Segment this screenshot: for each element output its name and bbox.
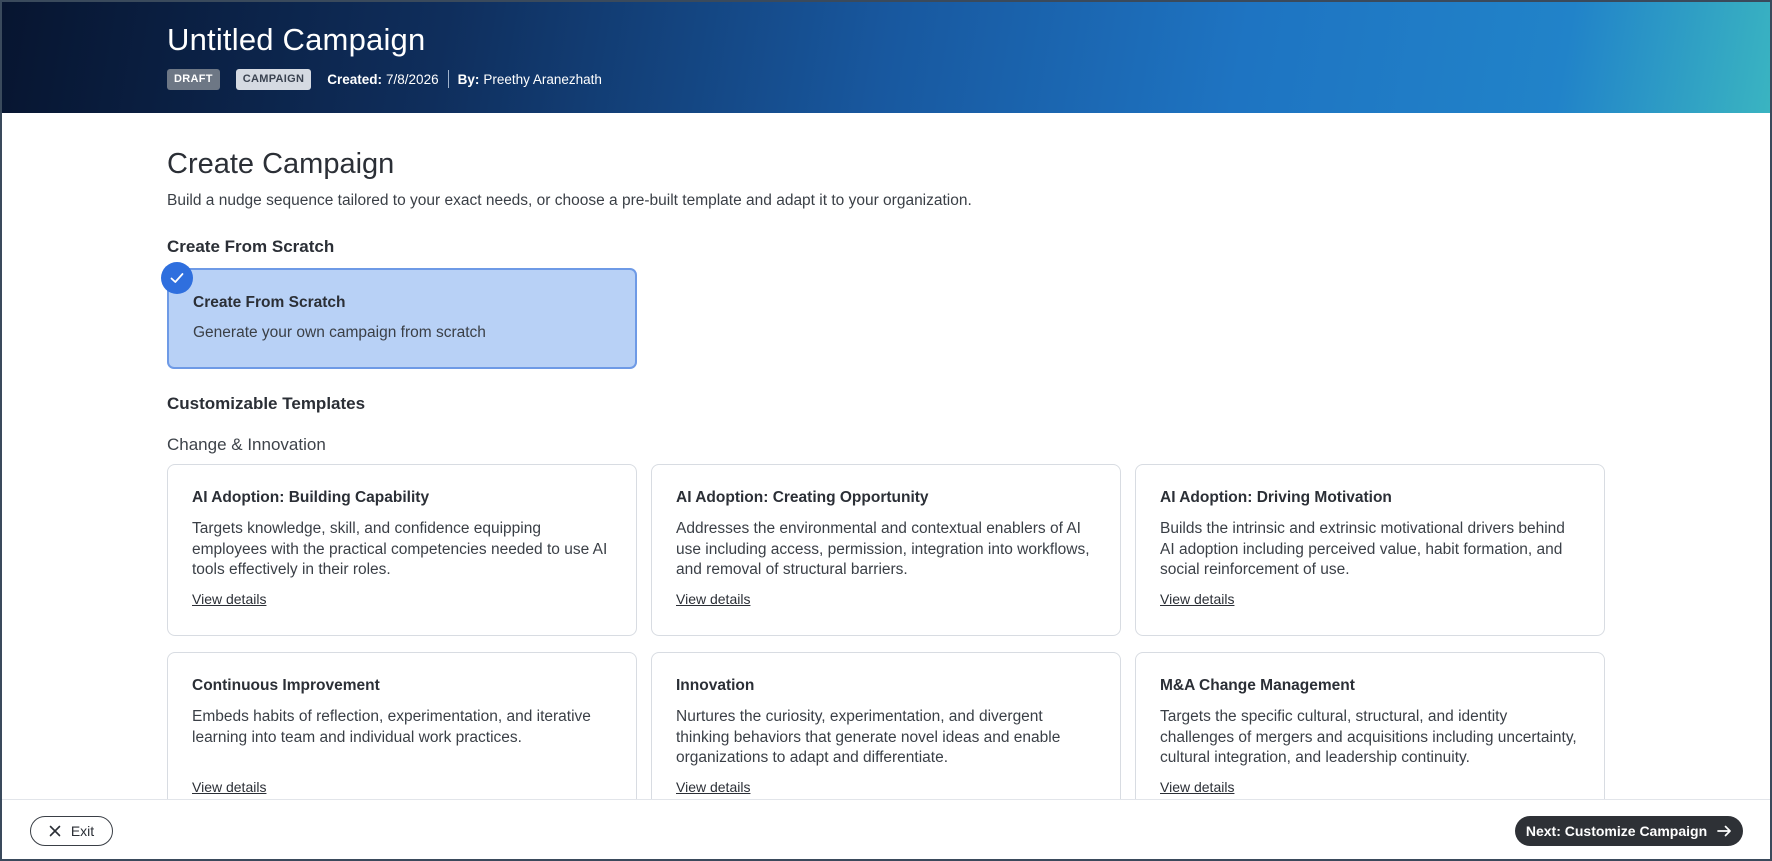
template-card-desc: Addresses the environmental and contextu… xyxy=(676,520,1090,578)
template-card-title: Continuous Improvement xyxy=(192,677,380,694)
templates-section-heading: Customizable Templates xyxy=(167,394,366,413)
view-details-link[interactable]: View details xyxy=(676,779,750,795)
template-card-title: M&A Change Management xyxy=(1160,677,1355,694)
scratch-card-desc: Generate your own campaign from scratch xyxy=(193,324,486,341)
view-details-link[interactable]: View details xyxy=(676,591,750,607)
template-card-title: AI Adoption: Creating Opportunity xyxy=(676,489,929,506)
campaign-title: Untitled Campaign xyxy=(167,22,426,57)
scratch-section-heading: Create From Scratch xyxy=(167,237,335,256)
arrow-right-icon xyxy=(1717,825,1732,837)
view-details-link[interactable]: View details xyxy=(192,779,266,795)
check-icon xyxy=(161,262,193,294)
view-details-link[interactable]: View details xyxy=(1160,591,1234,607)
created-date: 7/8/2026 xyxy=(386,71,439,87)
view-details-link[interactable]: View details xyxy=(1160,779,1234,795)
next-label: Next: Customize Campaign xyxy=(1525,823,1708,839)
template-card[interactable]: AI Adoption: Driving Motivation Builds t… xyxy=(1135,464,1605,636)
template-card-desc: Embeds habits of reflection, experimenta… xyxy=(192,708,591,746)
campaign-meta: DRAFT CAMPAIGN Created: 7/8/2026 By: Pre… xyxy=(167,68,602,90)
close-icon xyxy=(49,825,61,837)
footer-bar: Exit Next: Customize Campaign xyxy=(2,799,1770,859)
page-title: Create Campaign xyxy=(167,148,395,180)
exit-button[interactable]: Exit xyxy=(30,816,113,846)
template-card-title: AI Adoption: Building Capability xyxy=(192,489,430,506)
author-label: By: xyxy=(457,71,480,87)
campaign-header: Untitled Campaign DRAFT CAMPAIGN Created… xyxy=(2,2,1770,113)
template-card-desc: Nurtures the curiosity, experimentation,… xyxy=(676,708,1061,766)
type-badge-campaign: CAMPAIGN xyxy=(235,68,312,90)
scratch-card-title: Create From Scratch xyxy=(193,294,346,311)
template-card[interactable]: AI Adoption: Building Capability Targets… xyxy=(167,464,637,636)
template-card[interactable]: AI Adoption: Creating Opportunity Addres… xyxy=(651,464,1121,636)
template-card-desc: Builds the intrinsic and extrinsic motiv… xyxy=(1160,520,1565,578)
exit-label: Exit xyxy=(70,823,95,839)
page-subtitle: Build a nudge sequence tailored to your … xyxy=(167,192,972,209)
status-badge-draft: DRAFT xyxy=(167,68,220,90)
template-card-desc: Targets the specific cultural, structura… xyxy=(1160,708,1577,766)
meta-divider xyxy=(447,70,449,88)
template-card-title: AI Adoption: Driving Motivation xyxy=(1160,489,1392,506)
view-details-link[interactable]: View details xyxy=(192,591,266,607)
app-window: Untitled Campaign DRAFT CAMPAIGN Created… xyxy=(0,0,1772,861)
category-heading: Change & Innovation xyxy=(167,435,326,454)
author-name: Preethy Aranezhath xyxy=(483,71,602,87)
created-label: Created: xyxy=(327,71,383,87)
template-card-desc: Targets knowledge, skill, and confidence… xyxy=(192,520,608,578)
next-customize-campaign-button[interactable]: Next: Customize Campaign xyxy=(1515,816,1743,846)
template-card-title: Innovation xyxy=(676,677,755,694)
create-from-scratch-card[interactable]: Create From Scratch Generate your own ca… xyxy=(161,262,637,369)
